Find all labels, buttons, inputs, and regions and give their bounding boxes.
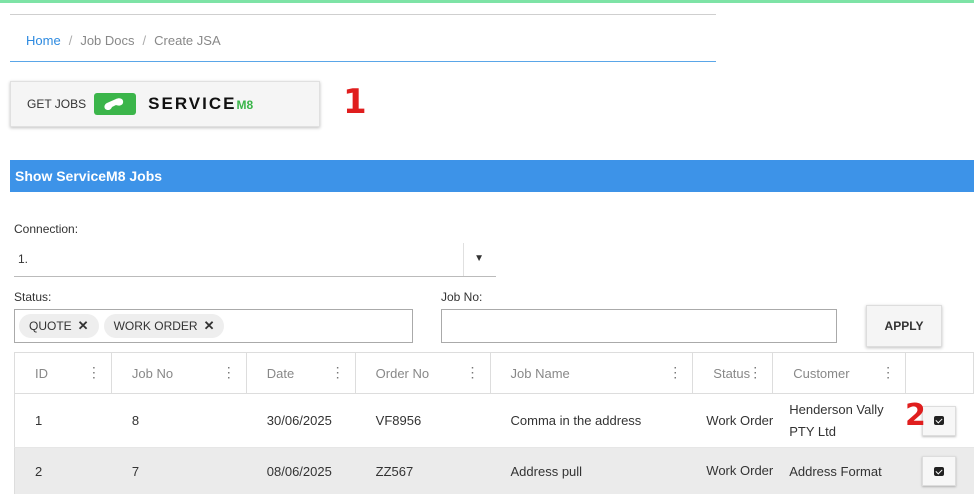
column-menu-icon[interactable]: ⋮ [668, 364, 682, 380]
column-header-status[interactable]: Status ⋮ [693, 353, 774, 393]
column-header-label: Date [266, 365, 295, 381]
column-header-label: ID [35, 365, 48, 381]
servicem8-wordmark: SERVICEM8 [148, 94, 253, 114]
annotation-number-1: 1 [343, 82, 367, 122]
column-menu-icon[interactable]: ⋮ [87, 364, 101, 380]
column-header-job-no[interactable]: Job No ⋮ [112, 353, 247, 393]
breadcrumb-home[interactable]: Home [26, 33, 61, 48]
section-title: Show ServiceM8 Jobs [15, 168, 163, 184]
column-menu-icon[interactable]: ⋮ [466, 364, 480, 380]
column-header-label: Status [713, 365, 751, 381]
breadcrumb-job-docs[interactable]: Job Docs [80, 33, 134, 48]
connection-value: 1. [18, 252, 29, 266]
get-jobs-label: GET JOBS [27, 97, 87, 111]
breadcrumb-separator: / [68, 33, 73, 48]
breadcrumb-separator: / [142, 33, 147, 48]
cell-job-no: 7 [131, 463, 140, 479]
cell-actions [906, 448, 974, 494]
annotation-number-2: 2 [905, 398, 926, 433]
checkbox-checked-icon [934, 416, 945, 425]
section-header: Show ServiceM8 Jobs [10, 160, 974, 192]
cell-order-no: VF8956 [375, 413, 422, 428]
select-divider [463, 243, 464, 276]
select-job-button[interactable] [922, 405, 957, 436]
chip-label: WORK ORDER [113, 319, 198, 333]
table-row[interactable]: 2 7 08/06/2025 ZZ567 Address pull Work O… [14, 448, 974, 494]
close-icon[interactable]: ✕ [78, 318, 89, 334]
cell-order-no: ZZ567 [375, 463, 414, 479]
cell-date: 30/06/2025 [266, 413, 332, 428]
status-chip-quote: QUOTE ✕ [19, 314, 99, 338]
cell-customer: Address Format [789, 463, 882, 479]
column-menu-icon[interactable]: ⋮ [748, 364, 762, 380]
apply-button[interactable]: APPLY [866, 305, 942, 347]
cell-job-name: Comma in the address [510, 413, 642, 428]
status-label: Status: [14, 290, 52, 304]
connection-select[interactable]: 1. ▼ [14, 243, 496, 277]
job-no-label: Job No: [441, 290, 483, 304]
status-chip-work-order: WORK ORDER ✕ [103, 314, 225, 338]
column-header-order-no[interactable]: Order No ⋮ [356, 353, 491, 393]
dropdown-arrow-icon[interactable]: ▼ [474, 253, 484, 264]
get-jobs-button[interactable]: GET JOBS SERVICEM8 [10, 81, 320, 127]
cell-id: 1 [35, 413, 43, 428]
close-icon[interactable]: ✕ [204, 318, 215, 334]
servicem8-suffix: M8 [236, 98, 254, 112]
column-menu-icon[interactable]: ⋮ [881, 364, 895, 380]
column-header-customer[interactable]: Customer ⋮ [773, 353, 907, 393]
breadcrumb: Home / Job Docs / Create JSA [26, 33, 221, 48]
servicem8-word: SERVICE [148, 94, 237, 113]
cell-status: Work Order [706, 412, 774, 428]
connection-label: Connection: [14, 222, 79, 236]
table-header: ID ⋮ Job No ⋮ Date ⋮ Order No ⋮ Job Name ⋮ St… [14, 352, 974, 394]
column-menu-icon[interactable]: ⋮ [331, 364, 345, 380]
cell-date: 08/06/2025 [266, 463, 332, 479]
column-header-actions [906, 353, 974, 393]
breadcrumb-underline [10, 61, 716, 62]
cell-status: Work Order [706, 463, 774, 478]
column-header-id[interactable]: ID ⋮ [15, 353, 112, 393]
cell-customer: Henderson Vally PTY Ltd [789, 401, 884, 439]
cell-id: 2 [35, 463, 43, 479]
column-header-job-name[interactable]: Job Name ⋮ [491, 353, 694, 393]
cell-job-name: Address pull [510, 463, 583, 479]
job-no-input[interactable] [441, 309, 837, 343]
table-row[interactable]: 1 8 30/06/2025 VF8956 Comma in the addre… [14, 394, 974, 448]
column-header-label: Customer [793, 365, 850, 381]
status-multiselect[interactable]: QUOTE ✕ WORK ORDER ✕ [14, 309, 413, 343]
column-header-label: Job Name [510, 365, 570, 381]
column-header-date[interactable]: Date ⋮ [247, 353, 356, 393]
checkbox-checked-icon [934, 466, 945, 476]
chip-label: QUOTE [29, 319, 72, 333]
select-job-button[interactable] [922, 456, 957, 486]
servicem8-logo-icon [94, 91, 137, 117]
jobs-table: ID ⋮ Job No ⋮ Date ⋮ Order No ⋮ Job Name ⋮ St… [14, 352, 974, 494]
cell-job-no: 8 [131, 413, 140, 428]
column-header-label: Job No [131, 365, 174, 381]
breadcrumb-current: Create JSA [154, 33, 221, 48]
top-divider [10, 14, 716, 15]
column-menu-icon[interactable]: ⋮ [222, 364, 236, 380]
column-header-label: Order No [375, 365, 430, 381]
top-accent-line [0, 0, 974, 3]
